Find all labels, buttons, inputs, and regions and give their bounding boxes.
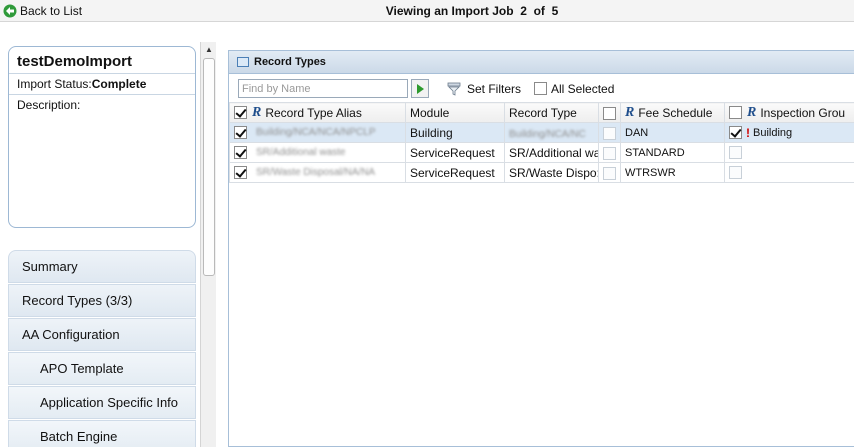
fee-schedule-cell: WTRSWR [620, 162, 725, 183]
fee-select-checkbox[interactable] [603, 126, 616, 140]
record-type-cell: Building/NCA/NC [509, 128, 586, 140]
play-arrow-icon [416, 83, 424, 94]
inspection-select-checkbox[interactable] [729, 166, 742, 179]
panel-header: Record Types [229, 51, 854, 74]
fee-select-checkbox[interactable] [603, 166, 616, 180]
nav-item-aa-configuration[interactable]: AA Configuration [8, 318, 196, 351]
inspection-group-cell: Building [753, 126, 793, 139]
table-row[interactable]: Building/NCA/NCA/NPCLP Building Building… [229, 122, 854, 143]
nav-item-application-specific-info[interactable]: Application Specific Info [8, 386, 196, 419]
nav-item-record-types[interactable]: Record Types (3/3) [8, 284, 196, 317]
viewing-prefix: Viewing an Import Job [385, 4, 514, 18]
table-row[interactable]: SR/Additional waste ServiceRequest SR/Ad… [229, 142, 854, 163]
scroll-thumb[interactable] [203, 58, 215, 276]
set-filters-label: Set Filters [467, 81, 522, 96]
import-status-label: Import Status: [17, 77, 92, 91]
inspection-select-checkbox[interactable] [729, 146, 742, 159]
nav-item-summary[interactable]: Summary [8, 250, 196, 283]
r-logo-icon: R [747, 104, 757, 120]
job-info-box: testDemoImport Import Status:Complete De… [8, 46, 196, 228]
r-logo-icon: R [252, 104, 262, 120]
warning-exclamation-icon: ! [746, 125, 750, 140]
record-types-panel: Record Types Set Filters All Selected [228, 50, 854, 447]
panel-window-icon [237, 57, 249, 67]
right-panel: Record Types Set Filters All Selected [218, 36, 854, 447]
viewing-job-indicator: Viewing an Import Job 2 of 5 [0, 4, 854, 18]
nav-item-apo-template[interactable]: APO Template [8, 352, 196, 385]
alias-header-label: Record Type Alias [265, 105, 362, 120]
r-logo-icon: R [625, 104, 635, 120]
inspection-select-checkbox[interactable] [729, 126, 742, 139]
nav-item-batch-engine[interactable]: Batch Engine [8, 420, 196, 447]
total-job-count: 5 [551, 4, 559, 18]
of-label: of [533, 4, 545, 18]
record-type-alias: Building/NCA/NCA/NPCLP [256, 127, 376, 138]
panel-toolbar: Set Filters All Selected [229, 74, 854, 102]
fee-select-column-header[interactable] [598, 102, 621, 123]
table-header-row: R Record Type Alias Module Record Type RF… [229, 102, 854, 123]
fee-schedule-column-header[interactable]: R Fee Schedule [620, 102, 725, 123]
import-status: Import Status:Complete [9, 74, 195, 95]
scroll-up-arrow-icon[interactable]: ▲ [201, 42, 217, 56]
job-name: testDemoImport [9, 47, 195, 74]
table-row[interactable]: SR/Waste Disposal/NA/NA ServiceRequest S… [229, 162, 854, 183]
record-type-column-header[interactable]: Record Type [504, 102, 599, 123]
find-by-name-input[interactable] [238, 79, 408, 98]
row-select-checkbox[interactable] [234, 146, 247, 159]
fee-schedule-header-label: Fee Schedule [638, 105, 713, 120]
record-type-alias: SR/Waste Disposal/NA/NA [256, 167, 376, 178]
fee-schedule-cell: DAN [620, 122, 725, 143]
filter-icon [447, 82, 461, 96]
all-selected-label: All Selected [551, 81, 615, 96]
description-label: Description: [17, 98, 81, 112]
import-status-value: Complete [91, 77, 147, 91]
row-select-checkbox[interactable] [234, 166, 247, 179]
panel-title: Record Types [254, 56, 326, 68]
left-panel: testDemoImport Import Status:Complete De… [0, 22, 217, 447]
module-cell: ServiceRequest [405, 142, 505, 163]
module-cell: Building [405, 122, 505, 143]
record-types-table: R Record Type Alias Module Record Type RF… [229, 102, 854, 183]
inspection-group-header-label: Inspection Grou [760, 105, 846, 120]
record-type-alias: SR/Additional waste [256, 147, 346, 158]
all-selected-toggle[interactable]: All Selected [534, 80, 614, 97]
record-type-cell: SR/Waste Dispo: [504, 162, 599, 183]
module-column-header[interactable]: Module [405, 102, 505, 123]
all-selected-checkbox[interactable] [534, 82, 547, 95]
select-all-rows-checkbox[interactable] [234, 106, 247, 119]
top-bar: Back to List Viewing an Import Job 2 of … [0, 0, 854, 22]
alias-column-header[interactable]: R Record Type Alias [229, 102, 406, 123]
inspection-select-all-checkbox[interactable] [729, 106, 742, 119]
current-job-number: 2 [520, 4, 527, 18]
fee-schedule-cell: STANDARD [620, 142, 725, 163]
side-nav: Summary Record Types (3/3) AA Configurat… [8, 250, 196, 447]
go-button[interactable] [411, 79, 429, 98]
module-cell: ServiceRequest [405, 162, 505, 183]
row-select-checkbox[interactable] [234, 126, 247, 139]
left-scrollbar[interactable]: ▲ [200, 42, 216, 447]
fee-select-checkbox[interactable] [603, 146, 616, 160]
set-filters-button[interactable]: Set Filters [447, 80, 521, 97]
inspection-group-column-header[interactable]: R Inspection Grou [724, 102, 854, 123]
fee-select-all-checkbox[interactable] [603, 106, 616, 120]
record-type-cell: SR/Additional wa [504, 142, 599, 163]
